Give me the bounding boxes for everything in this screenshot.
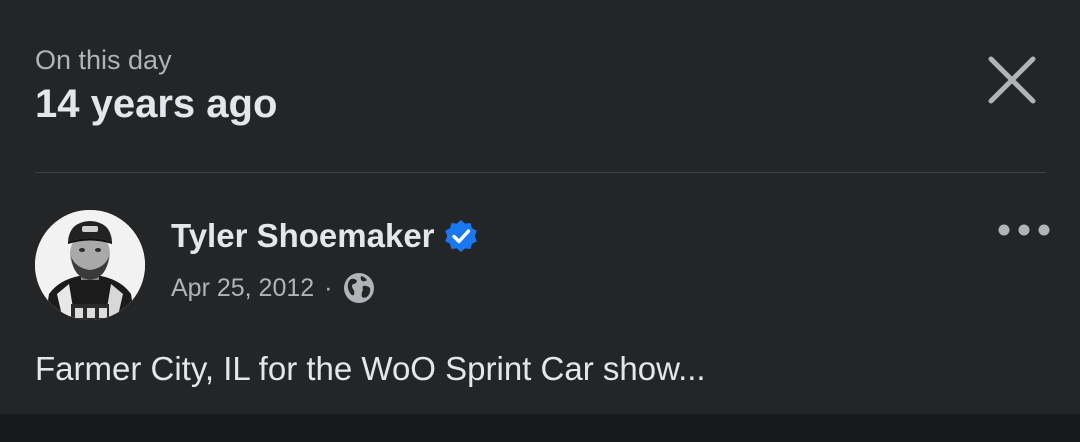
avatar-photo — [35, 210, 145, 320]
header-divider — [35, 172, 1046, 173]
meta-separator: · — [324, 274, 333, 302]
bottom-divider-strip — [0, 414, 1080, 442]
author-avatar[interactable] — [35, 210, 145, 320]
author-row: Tyler Shoemaker — [171, 214, 479, 258]
post-meta: Apr 25, 2012 · — [171, 270, 375, 306]
globe-icon[interactable] — [343, 272, 375, 304]
close-icon — [988, 56, 1036, 104]
close-button[interactable] — [978, 46, 1046, 114]
memory-title: 14 years ago — [35, 82, 278, 126]
author-name[interactable]: Tyler Shoemaker — [171, 214, 435, 258]
post-date[interactable]: Apr 25, 2012 — [171, 270, 314, 306]
memory-subtitle: On this day — [35, 45, 172, 75]
more-options-icon — [998, 224, 1050, 236]
more-options-button[interactable] — [994, 212, 1054, 248]
memory-card: On this day 14 years ago Tyler Shoemaker… — [0, 0, 1080, 414]
post-text: Farmer City, IL for the WoO Sprint Car s… — [35, 350, 706, 387]
memory-header: On this day 14 years ago — [35, 44, 277, 128]
verified-badge-icon — [443, 218, 479, 254]
